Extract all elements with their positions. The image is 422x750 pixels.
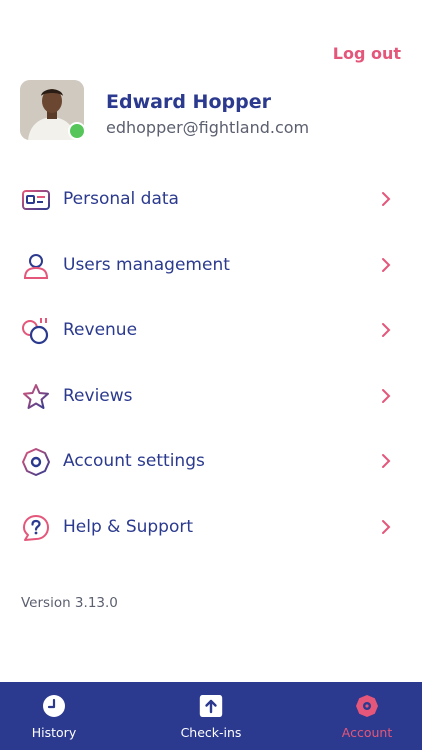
user-icon <box>23 253 49 279</box>
help-bubble-icon <box>23 514 49 541</box>
upload-arrow-icon <box>199 695 223 717</box>
gear-icon <box>356 695 378 717</box>
star-icon <box>23 383 49 409</box>
clock-icon <box>43 695 65 717</box>
tab-label: History <box>31 725 77 740</box>
menu-item-label: Help & Support <box>63 516 194 537</box>
coins-icon <box>22 318 49 345</box>
menu-item-revenue[interactable]: Revenue <box>0 299 422 365</box>
logout-button[interactable]: Log out <box>333 44 401 63</box>
tab-label: Account <box>341 725 393 740</box>
chevron-right-icon <box>382 519 391 534</box>
tab-history[interactable]: History <box>0 682 114 750</box>
tab-account[interactable]: Account <box>307 682 422 750</box>
settings-gear-icon <box>22 448 50 476</box>
menu-item-reviews[interactable]: Reviews <box>0 365 422 431</box>
chevron-right-icon <box>382 323 391 337</box>
profile-header: Edward Hopper edhopper@fightland.com <box>20 80 402 142</box>
menu-item-label: Account settings <box>63 451 205 471</box>
menu-item-label: Revenue <box>63 320 138 340</box>
chevron-right-icon <box>382 388 391 403</box>
chevron-right-icon <box>382 192 391 206</box>
menu-item-help-support[interactable]: Help & Support <box>0 496 422 562</box>
profile-email: edhopper@fightland.com <box>106 118 310 137</box>
bottom-tab-bar: History Check-ins Account <box>0 682 422 750</box>
menu-item-label: Users management <box>63 254 230 275</box>
menu-item-personal-data[interactable]: Personal data <box>0 168 422 234</box>
menu-item-label: Reviews <box>63 385 133 406</box>
profile-name: Edward Hopper <box>106 91 271 113</box>
menu-item-label: Personal data <box>63 189 179 209</box>
chevron-right-icon <box>382 454 391 468</box>
app-version: Version 3.13.0 <box>21 595 118 611</box>
menu-item-users-management[interactable]: Users management <box>0 234 422 300</box>
online-status-indicator <box>68 122 86 140</box>
chevron-right-icon <box>382 257 391 272</box>
id-card-icon <box>22 190 50 210</box>
tab-label: Check-ins <box>180 725 242 740</box>
account-menu: Personal data Users management Revenue R… <box>0 168 422 561</box>
tab-check-ins[interactable]: Check-ins <box>151 682 271 750</box>
menu-item-account-settings[interactable]: Account settings <box>0 430 422 496</box>
